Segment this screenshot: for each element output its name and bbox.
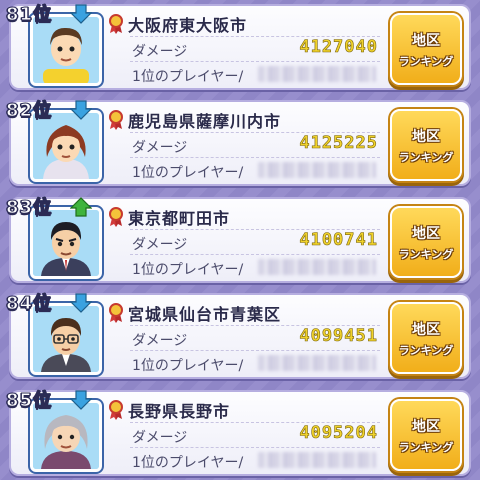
rank-number: 82位 (5, 100, 53, 122)
medal-icon (109, 207, 123, 227)
region-name: 宮城県仙台市青葉区 (128, 305, 282, 324)
button-label-line2: ランキング (398, 440, 454, 454)
button-label-line2: ランキング (398, 150, 454, 164)
rank-number: 85位 (5, 390, 53, 412)
divider (130, 325, 380, 326)
button-label-line2: ランキング (398, 54, 454, 68)
damage-label: ダメージ (132, 333, 188, 349)
divider (130, 254, 380, 255)
region-name: 鹿児島県薩摩川内市 (128, 112, 282, 131)
button-label-line1: 地区 (412, 32, 440, 49)
damage-label: ダメージ (132, 430, 188, 446)
divider (130, 157, 380, 158)
button-label-line1: 地区 (412, 225, 440, 242)
region-name: 長野県長野市 (128, 402, 231, 421)
button-label-line1: 地区 (412, 128, 440, 145)
damage-label: ダメージ (132, 140, 188, 156)
top-player-label: 1位のプレイヤー/ (132, 165, 244, 181)
arrow-down-icon (70, 293, 92, 313)
ranking-row: 85位 長野県長野市 ダメージ 4095204 1位のプレイヤー/ 地区 ランキ… (0, 386, 480, 476)
divider (130, 229, 380, 230)
button-label-line1: 地区 (412, 418, 440, 435)
arrow-down-icon (70, 390, 92, 410)
arrow-up-icon (70, 197, 92, 217)
divider (130, 350, 380, 351)
damage-value: 4099451 (299, 326, 378, 347)
divider (130, 447, 380, 448)
top-player-label: 1位のプレイヤー/ (132, 455, 244, 471)
rank-number: 84位 (5, 293, 53, 315)
top-player-name-blurred (258, 259, 376, 275)
rank-number: 83位 (5, 197, 53, 219)
medal-icon (109, 110, 123, 130)
damage-value: 4095204 (299, 423, 378, 444)
medal-icon (109, 400, 123, 420)
top-player-label: 1位のプレイヤー/ (132, 262, 244, 278)
ranking-row: 81位 大阪府東大阪市 ダメージ 4127040 1位のプレイヤー/ 地区 ラン… (0, 0, 480, 90)
top-player-name-blurred (258, 162, 376, 178)
button-label-line1: 地区 (412, 321, 440, 338)
regional-ranking-button[interactable]: 地区 ランキング (390, 109, 462, 181)
medal-icon (109, 303, 123, 323)
ranking-row: 82位 鹿児島県薩摩川内市 ダメージ 4125225 1位のプレイヤー/ 地区 … (0, 96, 480, 186)
divider (130, 36, 380, 37)
regional-ranking-button[interactable]: 地区 ランキング (390, 399, 462, 471)
damage-value: 4100741 (299, 230, 378, 251)
regional-ranking-button[interactable]: 地区 ランキング (390, 302, 462, 374)
rank-number: 81位 (5, 4, 53, 26)
top-player-label: 1位のプレイヤー/ (132, 358, 244, 374)
arrow-down-icon (70, 100, 92, 120)
damage-label: ダメージ (132, 237, 188, 253)
divider (130, 422, 380, 423)
region-name: 大阪府東大阪市 (128, 16, 248, 35)
ranking-row: 84位 宮城県仙台市青葉区 ダメージ 4099451 1位のプレイヤー/ 地区 … (0, 289, 480, 379)
button-label-line2: ランキング (398, 247, 454, 261)
arrow-down-icon (70, 4, 92, 24)
divider (130, 61, 380, 62)
damage-value: 4127040 (299, 37, 378, 58)
damage-label: ダメージ (132, 44, 188, 60)
top-player-label: 1位のプレイヤー/ (132, 69, 244, 85)
damage-value: 4125225 (299, 133, 378, 154)
region-name: 東京都町田市 (128, 209, 231, 228)
top-player-name-blurred (258, 66, 376, 82)
ranking-row: 83位 東京都町田市 ダメージ 4100741 1位のプレイヤー/ 地区 ランキ… (0, 193, 480, 283)
regional-ranking-button[interactable]: 地区 ランキング (390, 13, 462, 85)
top-player-name-blurred (258, 452, 376, 468)
top-player-name-blurred (258, 355, 376, 371)
divider (130, 132, 380, 133)
regional-ranking-button[interactable]: 地区 ランキング (390, 206, 462, 278)
medal-icon (109, 14, 123, 34)
button-label-line2: ランキング (398, 343, 454, 357)
